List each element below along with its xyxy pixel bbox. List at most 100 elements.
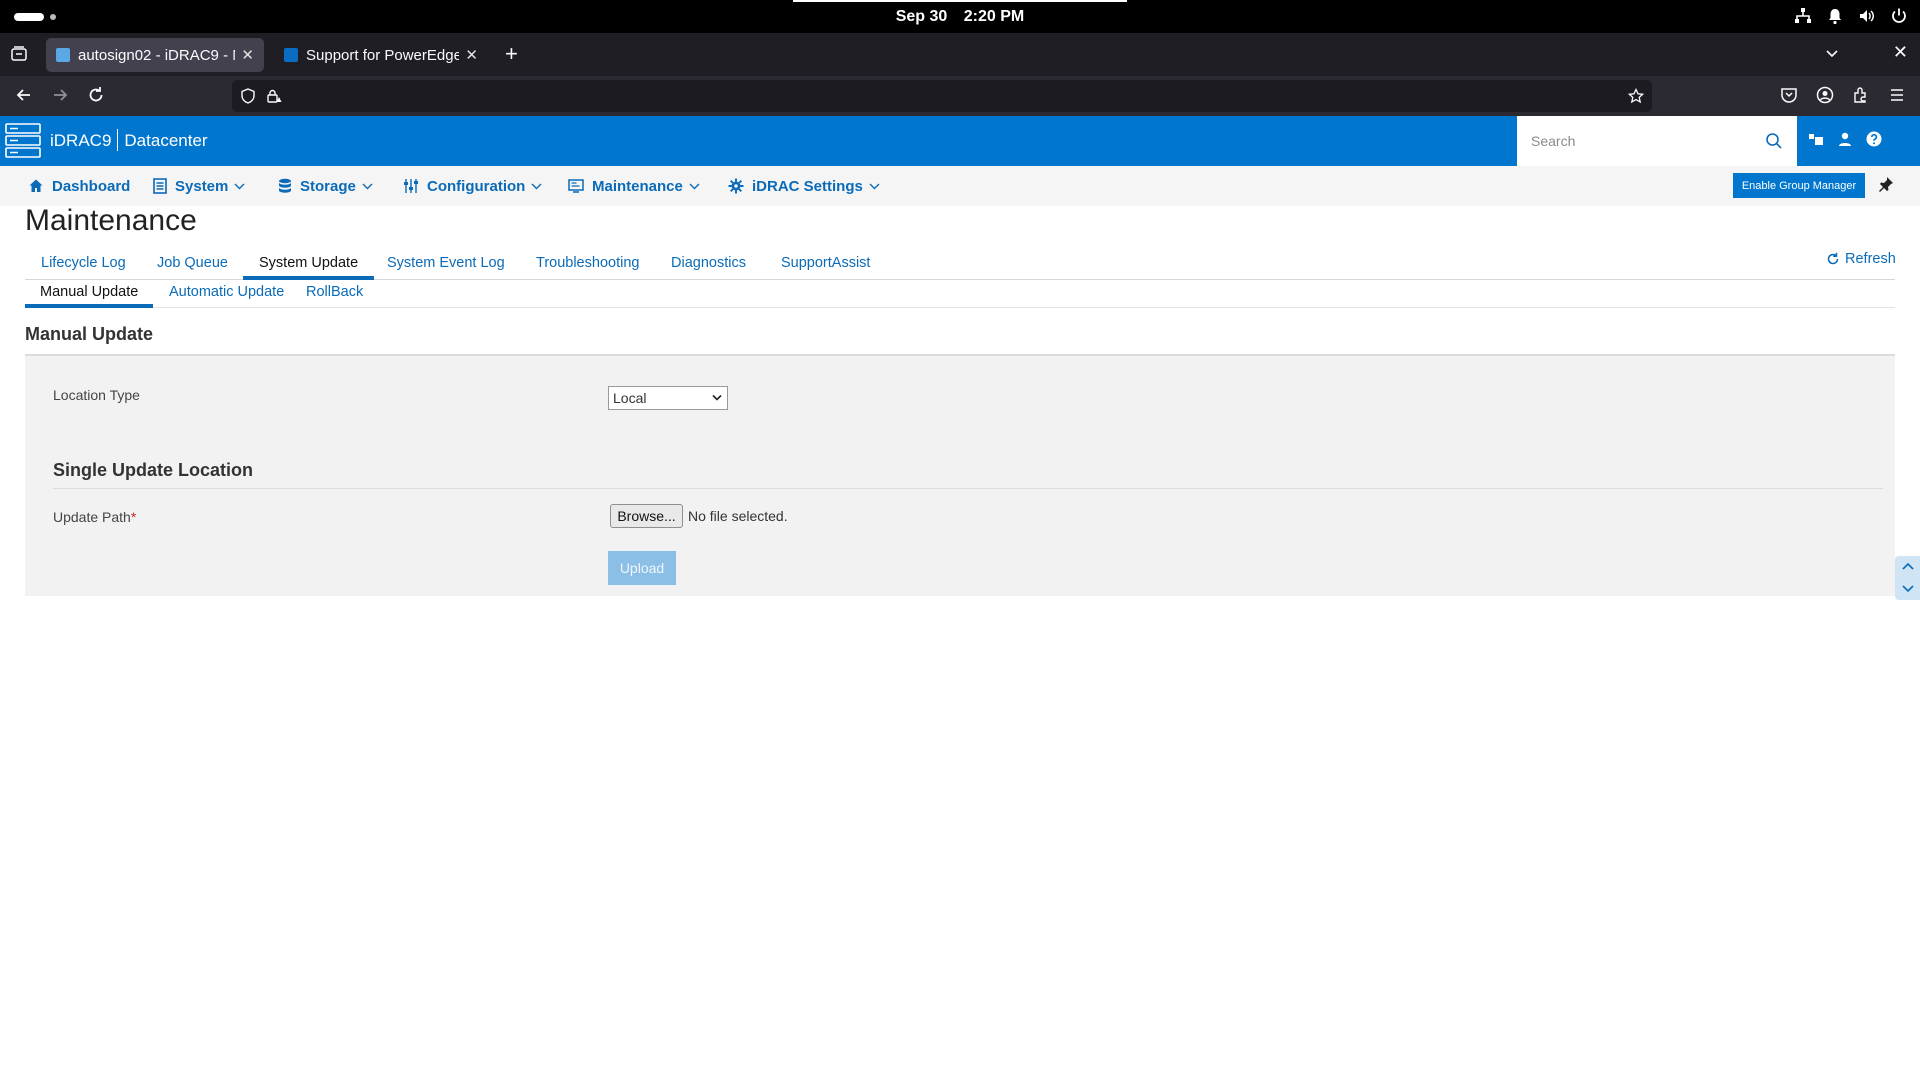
brand-divider bbox=[117, 129, 119, 151]
power-icon[interactable] bbox=[1890, 7, 1908, 25]
chevron-down-icon bbox=[234, 183, 245, 189]
chevron-down-icon bbox=[689, 183, 700, 189]
browser-tab-bar: autosign02 - iDRAC9 - Ma ✕ Support for P… bbox=[0, 33, 1920, 76]
idrac-header: iDRAC9 Datacenter bbox=[0, 116, 1920, 166]
monitor-icon bbox=[568, 179, 584, 193]
pin-icon[interactable] bbox=[1878, 176, 1894, 192]
sliders-icon bbox=[404, 179, 418, 193]
maintenance-tabs: Lifecycle Log Job Queue System Update Sy… bbox=[25, 250, 1895, 280]
nav-dashboard[interactable]: Dashboard bbox=[28, 166, 130, 206]
hamburger-menu-icon[interactable] bbox=[1888, 86, 1906, 104]
network-icon[interactable] bbox=[1794, 7, 1812, 25]
refresh-label: Refresh bbox=[1845, 251, 1896, 267]
nav-configuration[interactable]: Configuration bbox=[403, 166, 543, 206]
system-update-subtabs: Manual Update Automatic Update RollBack bbox=[25, 280, 1895, 308]
chevron-down-icon bbox=[869, 183, 880, 189]
chevron-down-icon bbox=[712, 394, 722, 401]
new-tab-icon[interactable]: + bbox=[505, 43, 518, 65]
nav-maintenance[interactable]: Maintenance bbox=[568, 166, 701, 206]
divider bbox=[53, 488, 1883, 489]
location-type-label: Location Type bbox=[53, 387, 140, 403]
tab-system-event-log[interactable]: System Event Log bbox=[371, 250, 521, 280]
scroll-control[interactable] bbox=[1895, 556, 1920, 600]
window-close-icon[interactable]: ✕ bbox=[1893, 42, 1908, 63]
search-input[interactable] bbox=[1531, 130, 1751, 152]
refresh-button[interactable]: Refresh bbox=[1826, 251, 1896, 267]
chevron-down-icon[interactable] bbox=[1824, 46, 1840, 62]
pocket-icon[interactable] bbox=[1780, 86, 1798, 104]
nav-storage[interactable]: Storage bbox=[278, 166, 374, 206]
single-update-location-heading: Single Update Location bbox=[53, 460, 254, 480]
browser-tab-support[interactable]: Support for PowerEdge R ✕ bbox=[274, 38, 488, 72]
refresh-icon bbox=[1827, 252, 1839, 265]
chevron-down-icon bbox=[362, 183, 373, 189]
chevron-up-icon[interactable] bbox=[1901, 560, 1915, 574]
os-top-bar: Sep 30 2:20 PM bbox=[0, 0, 1920, 33]
account-icon[interactable] bbox=[1816, 86, 1834, 104]
nav-label: Dashboard bbox=[52, 177, 131, 195]
tab-supportassist[interactable]: SupportAssist bbox=[765, 250, 886, 280]
subtab-automatic-update[interactable]: Automatic Update bbox=[154, 280, 299, 308]
tab-title: autosign02 - iDRAC9 - Ma bbox=[78, 46, 235, 64]
gear-icon bbox=[728, 178, 744, 194]
shield-icon[interactable] bbox=[240, 88, 256, 104]
file-status-text: No file selected. bbox=[688, 508, 788, 524]
forward-icon[interactable] bbox=[50, 85, 70, 105]
back-icon[interactable] bbox=[14, 85, 34, 105]
chevron-down-icon[interactable] bbox=[1901, 581, 1915, 595]
search-icon[interactable] bbox=[1765, 132, 1783, 150]
nav-idrac-settings[interactable]: iDRAC Settings bbox=[728, 166, 881, 206]
extensions-icon[interactable] bbox=[1852, 86, 1870, 104]
required-marker: * bbox=[130, 509, 137, 525]
tab-title: Support for PowerEdge R bbox=[306, 46, 460, 64]
chevron-down-icon bbox=[531, 183, 542, 189]
server-icon bbox=[153, 178, 167, 194]
connection-icon[interactable] bbox=[1808, 131, 1824, 147]
idrac-brand: iDRAC9 Datacenter bbox=[50, 116, 208, 166]
address-bar[interactable] bbox=[232, 80, 1652, 112]
tab-troubleshooting[interactable]: Troubleshooting bbox=[520, 250, 655, 280]
help-icon[interactable] bbox=[1866, 131, 1882, 147]
database-icon bbox=[279, 178, 291, 193]
nav-label: Configuration bbox=[427, 177, 526, 195]
tab-lifecycle-log[interactable]: Lifecycle Log bbox=[25, 250, 142, 280]
idrac-logo-icon[interactable] bbox=[4, 122, 42, 160]
license-edition: Datacenter bbox=[124, 131, 208, 150]
idrac-main-nav: Dashboard System Storage Configuration M… bbox=[0, 166, 1920, 206]
enable-group-manager-button[interactable]: Enable Group Manager bbox=[1733, 173, 1865, 198]
dell-favicon-icon bbox=[284, 48, 298, 62]
update-path-label: Update Path* bbox=[53, 509, 136, 525]
system-tray[interactable] bbox=[1794, 7, 1908, 25]
bookmark-star-icon[interactable] bbox=[1628, 88, 1644, 104]
close-tab-icon[interactable]: ✕ bbox=[241, 46, 254, 64]
home-icon bbox=[29, 179, 43, 192]
upload-button[interactable]: Upload bbox=[608, 551, 676, 585]
browser-tab-idrac[interactable]: autosign02 - iDRAC9 - Ma ✕ bbox=[46, 38, 264, 72]
tab-job-queue[interactable]: Job Queue bbox=[141, 250, 244, 280]
volume-icon[interactable] bbox=[1858, 7, 1876, 25]
close-tab-icon[interactable]: ✕ bbox=[465, 46, 478, 64]
location-type-value: Local bbox=[613, 390, 647, 406]
os-time: 2:20 PM bbox=[963, 8, 1025, 25]
idrac-favicon-icon bbox=[56, 48, 70, 62]
tab-system-update[interactable]: System Update bbox=[243, 250, 375, 280]
subtab-rollback[interactable]: RollBack bbox=[291, 280, 378, 308]
nav-label: System bbox=[175, 177, 229, 195]
nav-label: Maintenance bbox=[592, 177, 683, 195]
section-heading: Manual Update bbox=[25, 324, 154, 344]
tab-diagnostics[interactable]: Diagnostics bbox=[655, 250, 762, 280]
location-type-select[interactable]: Local bbox=[608, 386, 728, 410]
reload-icon[interactable] bbox=[86, 85, 106, 105]
nav-system[interactable]: System bbox=[153, 166, 246, 206]
browse-button[interactable]: Browse... bbox=[610, 504, 683, 528]
tab-list-icon[interactable] bbox=[10, 45, 28, 63]
notification-bell-icon[interactable] bbox=[1826, 7, 1844, 25]
idrac-search-box bbox=[1517, 116, 1797, 166]
user-icon[interactable] bbox=[1837, 131, 1853, 147]
update-path-text: Update Path bbox=[53, 509, 131, 525]
page-title: Maintenance bbox=[25, 204, 197, 237]
os-clock[interactable]: Sep 30 2:20 PM bbox=[0, 0, 1920, 33]
browser-toolbar-icons bbox=[1780, 86, 1906, 104]
subtab-manual-update[interactable]: Manual Update bbox=[25, 280, 154, 308]
lock-warning-icon[interactable] bbox=[266, 88, 282, 104]
